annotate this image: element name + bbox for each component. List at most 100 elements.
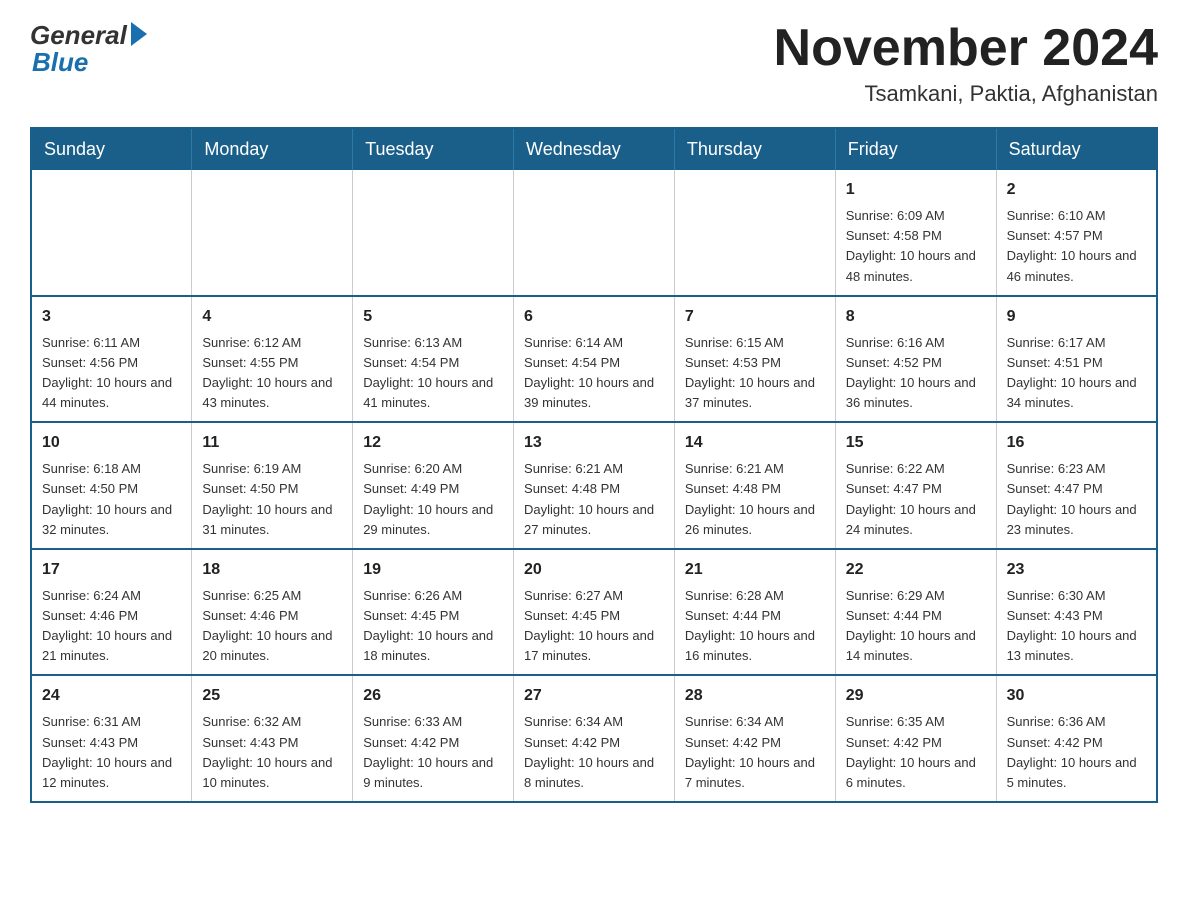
day-info: Sunrise: 6:34 AM Sunset: 4:42 PM Dayligh… (524, 712, 664, 793)
week-row-3: 10 Sunrise: 6:18 AM Sunset: 4:50 PM Dayli… (31, 422, 1157, 549)
day-info: Sunrise: 6:35 AM Sunset: 4:42 PM Dayligh… (846, 712, 986, 793)
day-info: Sunrise: 6:32 AM Sunset: 4:43 PM Dayligh… (202, 712, 342, 793)
calendar-cell: 7 Sunrise: 6:15 AM Sunset: 4:53 PM Daylig… (674, 296, 835, 423)
calendar-cell: 22 Sunrise: 6:29 AM Sunset: 4:44 PM Dayli… (835, 549, 996, 676)
logo-arrow-icon (131, 22, 147, 46)
day-number: 1 (846, 178, 986, 202)
day-info: Sunrise: 6:15 AM Sunset: 4:53 PM Dayligh… (685, 333, 825, 414)
day-number: 30 (1007, 684, 1146, 708)
day-number: 25 (202, 684, 342, 708)
calendar-cell: 2 Sunrise: 6:10 AM Sunset: 4:57 PM Daylig… (996, 170, 1157, 296)
day-info: Sunrise: 6:16 AM Sunset: 4:52 PM Dayligh… (846, 333, 986, 414)
calendar-cell: 19 Sunrise: 6:26 AM Sunset: 4:45 PM Dayli… (353, 549, 514, 676)
day-number: 20 (524, 558, 664, 582)
day-info: Sunrise: 6:12 AM Sunset: 4:55 PM Dayligh… (202, 333, 342, 414)
day-info: Sunrise: 6:23 AM Sunset: 4:47 PM Dayligh… (1007, 459, 1146, 540)
week-row-2: 3 Sunrise: 6:11 AM Sunset: 4:56 PM Daylig… (31, 296, 1157, 423)
calendar-cell: 17 Sunrise: 6:24 AM Sunset: 4:46 PM Dayli… (31, 549, 192, 676)
weekday-header-thursday: Thursday (674, 128, 835, 170)
location-title: Tsamkani, Paktia, Afghanistan (774, 81, 1158, 107)
day-info: Sunrise: 6:21 AM Sunset: 4:48 PM Dayligh… (685, 459, 825, 540)
calendar-cell: 25 Sunrise: 6:32 AM Sunset: 4:43 PM Dayli… (192, 675, 353, 802)
day-number: 16 (1007, 431, 1146, 455)
day-number: 9 (1007, 305, 1146, 329)
day-number: 22 (846, 558, 986, 582)
day-info: Sunrise: 6:19 AM Sunset: 4:50 PM Dayligh… (202, 459, 342, 540)
day-info: Sunrise: 6:18 AM Sunset: 4:50 PM Dayligh… (42, 459, 181, 540)
day-info: Sunrise: 6:17 AM Sunset: 4:51 PM Dayligh… (1007, 333, 1146, 414)
day-info: Sunrise: 6:14 AM Sunset: 4:54 PM Dayligh… (524, 333, 664, 414)
day-info: Sunrise: 6:33 AM Sunset: 4:42 PM Dayligh… (363, 712, 503, 793)
title-block: November 2024 Tsamkani, Paktia, Afghanis… (774, 20, 1158, 107)
logo-blue-text: Blue (30, 47, 88, 78)
calendar-cell: 16 Sunrise: 6:23 AM Sunset: 4:47 PM Dayli… (996, 422, 1157, 549)
weekday-header-wednesday: Wednesday (514, 128, 675, 170)
calendar-cell: 28 Sunrise: 6:34 AM Sunset: 4:42 PM Dayli… (674, 675, 835, 802)
calendar-cell: 4 Sunrise: 6:12 AM Sunset: 4:55 PM Daylig… (192, 296, 353, 423)
weekday-header-tuesday: Tuesday (353, 128, 514, 170)
day-info: Sunrise: 6:13 AM Sunset: 4:54 PM Dayligh… (363, 333, 503, 414)
day-info: Sunrise: 6:09 AM Sunset: 4:58 PM Dayligh… (846, 206, 986, 287)
day-info: Sunrise: 6:10 AM Sunset: 4:57 PM Dayligh… (1007, 206, 1146, 287)
day-number: 19 (363, 558, 503, 582)
day-info: Sunrise: 6:22 AM Sunset: 4:47 PM Dayligh… (846, 459, 986, 540)
day-number: 23 (1007, 558, 1146, 582)
day-number: 11 (202, 431, 342, 455)
day-info: Sunrise: 6:26 AM Sunset: 4:45 PM Dayligh… (363, 586, 503, 667)
weekday-header-saturday: Saturday (996, 128, 1157, 170)
calendar-cell (31, 170, 192, 296)
calendar-cell: 21Sunrise: 6:28 AM Sunset: 4:44 PM Dayli… (674, 549, 835, 676)
day-number: 8 (846, 305, 986, 329)
week-row-4: 17 Sunrise: 6:24 AM Sunset: 4:46 PM Dayli… (31, 549, 1157, 676)
day-info: Sunrise: 6:36 AM Sunset: 4:42 PM Dayligh… (1007, 712, 1146, 793)
calendar-table: SundayMondayTuesdayWednesdayThursdayFrid… (30, 127, 1158, 803)
calendar-cell (674, 170, 835, 296)
day-info: Sunrise: 6:34 AM Sunset: 4:42 PM Dayligh… (685, 712, 825, 793)
calendar-cell (514, 170, 675, 296)
day-number: 18 (202, 558, 342, 582)
week-row-1: 1 Sunrise: 6:09 AM Sunset: 4:58 PM Daylig… (31, 170, 1157, 296)
day-info: Sunrise: 6:21 AM Sunset: 4:48 PM Dayligh… (524, 459, 664, 540)
calendar-cell (353, 170, 514, 296)
calendar-cell: 18 Sunrise: 6:25 AM Sunset: 4:46 PM Dayli… (192, 549, 353, 676)
calendar-cell: 11 Sunrise: 6:19 AM Sunset: 4:50 PM Dayli… (192, 422, 353, 549)
calendar-cell: 5 Sunrise: 6:13 AM Sunset: 4:54 PM Daylig… (353, 296, 514, 423)
calendar-cell: 15 Sunrise: 6:22 AM Sunset: 4:47 PM Dayli… (835, 422, 996, 549)
day-number: 14 (685, 431, 825, 455)
day-number: 13 (524, 431, 664, 455)
day-number: 10 (42, 431, 181, 455)
calendar-cell: 13 Sunrise: 6:21 AM Sunset: 4:48 PM Dayli… (514, 422, 675, 549)
day-info: Sunrise: 6:29 AM Sunset: 4:44 PM Dayligh… (846, 586, 986, 667)
calendar-cell: 27Sunrise: 6:34 AM Sunset: 4:42 PM Dayli… (514, 675, 675, 802)
month-title: November 2024 (774, 20, 1158, 77)
day-number: 2 (1007, 178, 1146, 202)
day-number: 17 (42, 558, 181, 582)
logo: General Blue (30, 20, 147, 78)
day-info: Sunrise: 6:31 AM Sunset: 4:43 PM Dayligh… (42, 712, 181, 793)
day-number: 5 (363, 305, 503, 329)
day-info: Sunrise: 6:28 AM Sunset: 4:44 PM Dayligh… (685, 586, 825, 667)
day-info: Sunrise: 6:27 AM Sunset: 4:45 PM Dayligh… (524, 586, 664, 667)
day-number: 28 (685, 684, 825, 708)
day-info: Sunrise: 6:24 AM Sunset: 4:46 PM Dayligh… (42, 586, 181, 667)
day-number: 7 (685, 305, 825, 329)
calendar-cell: 23Sunrise: 6:30 AM Sunset: 4:43 PM Dayli… (996, 549, 1157, 676)
day-number: 15 (846, 431, 986, 455)
calendar-cell: 20 Sunrise: 6:27 AM Sunset: 4:45 PM Dayli… (514, 549, 675, 676)
day-number: 24 (42, 684, 181, 708)
weekday-header-row: SundayMondayTuesdayWednesdayThursdayFrid… (31, 128, 1157, 170)
calendar-cell: 24 Sunrise: 6:31 AM Sunset: 4:43 PM Dayli… (31, 675, 192, 802)
day-number: 12 (363, 431, 503, 455)
weekday-header-monday: Monday (192, 128, 353, 170)
day-info: Sunrise: 6:11 AM Sunset: 4:56 PM Dayligh… (42, 333, 181, 414)
calendar-cell: 9 Sunrise: 6:17 AM Sunset: 4:51 PM Daylig… (996, 296, 1157, 423)
day-number: 4 (202, 305, 342, 329)
day-number: 29 (846, 684, 986, 708)
calendar-cell: 8 Sunrise: 6:16 AM Sunset: 4:52 PM Daylig… (835, 296, 996, 423)
calendar-cell (192, 170, 353, 296)
day-number: 3 (42, 305, 181, 329)
week-row-5: 24 Sunrise: 6:31 AM Sunset: 4:43 PM Dayli… (31, 675, 1157, 802)
page-header: General Blue November 2024 Tsamkani, Pak… (30, 20, 1158, 107)
calendar-cell: 26Sunrise: 6:33 AM Sunset: 4:42 PM Dayli… (353, 675, 514, 802)
day-info: Sunrise: 6:25 AM Sunset: 4:46 PM Dayligh… (202, 586, 342, 667)
